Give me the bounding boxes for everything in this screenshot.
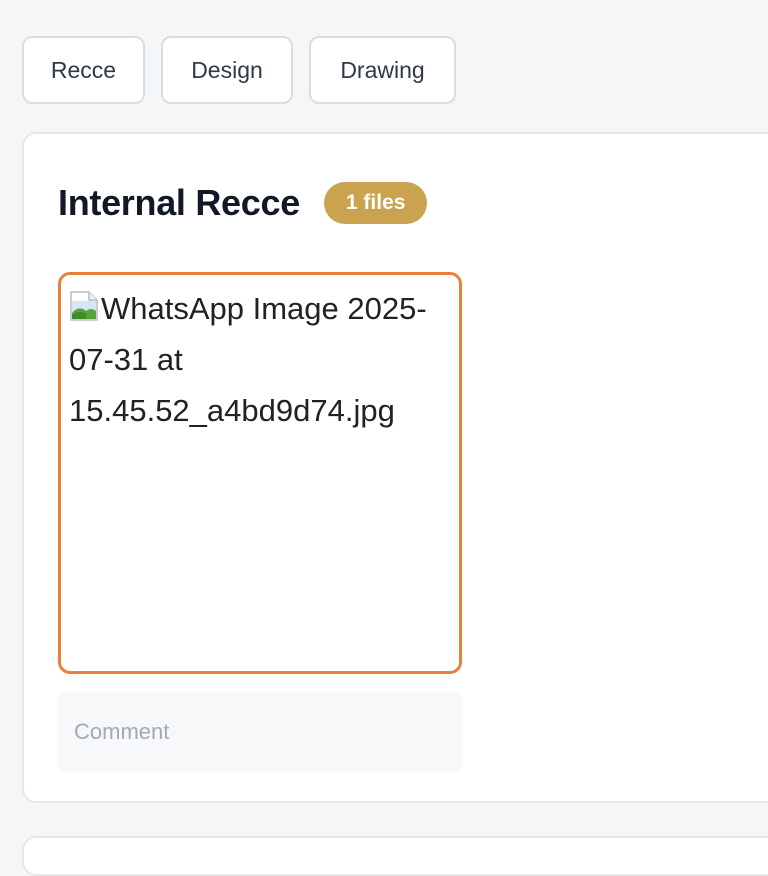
broken-image-icon <box>70 291 98 321</box>
category-tabs: Recce Design Drawing <box>22 36 456 104</box>
files-count-badge: 1 files <box>323 182 428 224</box>
file-thumbnail[interactable]: WhatsApp Image 2025-07-31 at 15.45.52_a4… <box>58 272 462 674</box>
next-section-card <box>22 836 768 876</box>
broken-image: WhatsApp Image 2025-07-31 at 15.45.52_a4… <box>69 283 451 436</box>
card-header: Internal Recce 1 files <box>58 182 428 224</box>
image-alt-text: WhatsApp Image 2025-07-31 at 15.45.52_a4… <box>69 291 427 428</box>
tab-design[interactable]: Design <box>161 36 293 104</box>
internal-recce-card: Internal Recce 1 files WhatsApp Image 20… <box>22 132 768 803</box>
comment-input[interactable] <box>58 692 462 772</box>
section-title: Internal Recce <box>58 182 300 223</box>
tab-drawing[interactable]: Drawing <box>309 36 456 104</box>
tab-recce[interactable]: Recce <box>22 36 145 104</box>
